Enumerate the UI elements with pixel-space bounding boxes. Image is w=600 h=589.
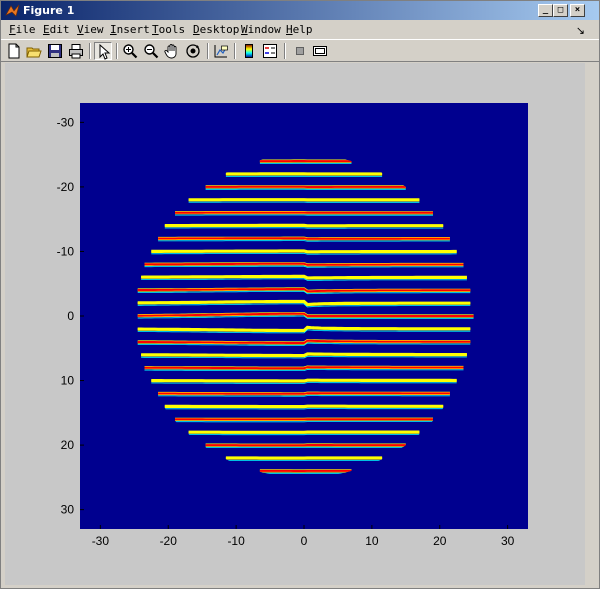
menu-insert[interactable]: Insert: [110, 23, 150, 36]
menu-view[interactable]: View: [77, 23, 104, 36]
menu-edit[interactable]: Edit: [43, 23, 70, 36]
axes[interactable]: [80, 103, 528, 529]
toolbar-separator: [284, 43, 286, 59]
open-file-icon[interactable]: [25, 42, 43, 60]
menu-file[interactable]: File: [9, 23, 36, 36]
zoom-in-icon[interactable]: [121, 42, 139, 60]
menu-window[interactable]: Window: [241, 23, 281, 36]
figure-window: Figure 1 _ □ × File Edit View Insert Too…: [0, 0, 600, 589]
save-icon[interactable]: [46, 42, 64, 60]
close-button[interactable]: ×: [570, 4, 585, 17]
show-plot-tools-icon[interactable]: [311, 42, 329, 60]
print-icon[interactable]: [67, 42, 85, 60]
y-tick-label: -30: [57, 115, 75, 129]
fringe-line: [151, 379, 457, 382]
minimize-button[interactable]: _: [538, 4, 553, 17]
maximize-button[interactable]: □: [553, 4, 568, 17]
y-tick-label: -20: [57, 180, 75, 194]
rotate-3d-icon[interactable]: [184, 42, 202, 60]
figure-canvas[interactable]: -30 -20 -10 0 10 20 30 -30 -20 -10 0 10 20 30: [5, 63, 585, 585]
matlab-icon: [5, 4, 20, 17]
pan-hand-icon[interactable]: [163, 42, 181, 60]
x-tick-label: -20: [160, 534, 178, 548]
fringe-line: [158, 237, 450, 240]
legend-icon[interactable]: [261, 42, 279, 60]
x-tick-label: 10: [365, 534, 379, 548]
x-tick-label: 0: [301, 534, 308, 548]
figure-toolbar: [1, 39, 599, 62]
window-title: Figure 1: [23, 4, 75, 17]
fringe-line: [158, 392, 450, 395]
menu-help[interactable]: Help: [286, 23, 313, 36]
y-tick-label: 20: [61, 438, 75, 452]
menu-bar: File Edit View Insert Tools Desktop Wind…: [1, 21, 599, 39]
menu-desktop[interactable]: Desktop: [193, 23, 239, 36]
y-tick-label: 0: [67, 309, 74, 323]
y-tick-label: 30: [61, 503, 75, 517]
fringe-line: [144, 366, 464, 370]
toolbar-separator: [116, 43, 118, 59]
y-tick-label: -10: [57, 244, 75, 258]
x-tick-label: 20: [433, 534, 447, 548]
new-figure-icon[interactable]: [5, 42, 23, 60]
title-bar[interactable]: Figure 1 _ □ ×: [1, 1, 599, 20]
fringe-line: [151, 250, 457, 253]
zoom-out-icon[interactable]: [142, 42, 160, 60]
data-cursor-icon[interactable]: [212, 42, 230, 60]
x-tick-label: 30: [501, 534, 515, 548]
fringe-line: [144, 262, 464, 266]
toolbar-separator: [207, 43, 209, 59]
colorbar-icon[interactable]: [240, 42, 258, 60]
plot-svg: -30 -20 -10 0 10 20 30 -30 -20 -10 0 10 20 30: [57, 103, 528, 548]
x-tick-label: -30: [92, 534, 110, 548]
toolbar-separator: [89, 43, 91, 59]
y-tick-label: 10: [61, 374, 75, 388]
edit-plot-icon[interactable]: [94, 42, 112, 60]
toolbar-separator: [234, 43, 236, 59]
hide-plot-tools-icon[interactable]: [291, 42, 309, 60]
x-tick-label: -10: [227, 534, 245, 548]
menu-tools[interactable]: Tools: [152, 23, 185, 36]
dock-arrow-icon[interactable]: ↘: [576, 24, 585, 37]
